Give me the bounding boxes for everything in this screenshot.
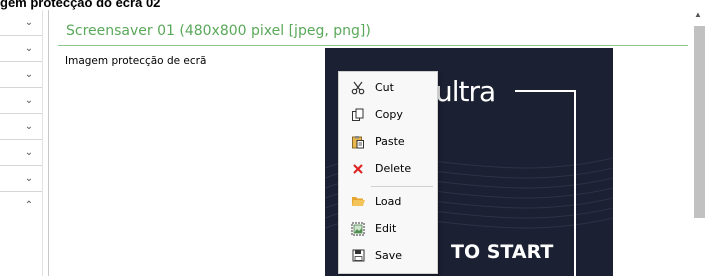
menu-item-label: Paste (375, 135, 405, 148)
paste-icon (346, 135, 370, 149)
menu-item-delete[interactable]: Delete (339, 155, 437, 182)
menu-item-label: Copy (375, 108, 403, 121)
screensaver-settings-view: gem protecção do ecrã 02 ⌄ ⌄ ⌄ ⌄ ⌄ ⌄ ⌄ ⌃… (0, 0, 705, 276)
collapse-column: ⌄ ⌄ ⌄ ⌄ ⌄ ⌄ ⌄ ⌃ (0, 10, 49, 276)
collapse-chevron-icon[interactable]: ⌄ (0, 36, 42, 62)
menu-item-paste[interactable]: Paste (339, 128, 437, 155)
context-menu: Cut Copy Paste Delete Load Edit Save (338, 71, 438, 274)
menu-item-label: Save (375, 249, 403, 262)
preview-brand-text: ultra (435, 75, 496, 108)
menu-item-label: Delete (375, 162, 412, 175)
image-edit-icon (346, 222, 370, 236)
floppy-save-icon (346, 249, 370, 262)
menu-item-label: Load (375, 195, 402, 208)
panel-header-label: Screensaver 01 (480x800 pixel [jpeg, png… (66, 23, 371, 39)
screensaver-image-label: Imagem protecção de ecrã (65, 55, 207, 67)
scissors-icon (346, 81, 370, 95)
scroll-up-arrow-icon[interactable]: ▲ (694, 10, 702, 19)
menu-separator (371, 186, 433, 187)
collapse-chevron-icon[interactable]: ⌄ (0, 10, 42, 36)
folder-open-icon (346, 195, 370, 208)
vertical-scrollbar[interactable]: ▲ (690, 10, 705, 276)
section-title: gem protecção do ecrã 02 (0, 0, 161, 10)
collapse-chevron-icon[interactable]: ⌄ (0, 166, 42, 192)
column-divider (42, 10, 43, 276)
collapse-chevron-icon[interactable]: ⌄ (0, 140, 42, 166)
delete-x-icon (346, 162, 370, 176)
copy-icon (346, 108, 370, 122)
collapse-chevron-icon[interactable]: ⌄ (0, 62, 42, 88)
menu-item-label: Edit (375, 222, 397, 235)
menu-item-cut[interactable]: Cut (339, 74, 437, 101)
menu-item-save[interactable]: Save (339, 242, 437, 269)
screensaver-panel-header: Screensaver 01 (480x800 pixel [jpeg, png… (58, 20, 688, 46)
scroll-thumb[interactable] (694, 26, 705, 218)
collapse-chevron-icon[interactable]: ⌄ (0, 88, 42, 114)
menu-item-copy[interactable]: Copy (339, 101, 437, 128)
menu-item-load[interactable]: Load (339, 188, 437, 215)
collapse-chevron-icon[interactable]: ⌄ (0, 114, 42, 140)
menu-item-edit[interactable]: Edit (339, 215, 437, 242)
preview-start-text: TO START (451, 241, 554, 263)
menu-item-label: Cut (375, 81, 394, 94)
expand-chevron-icon[interactable]: ⌃ (0, 192, 42, 218)
